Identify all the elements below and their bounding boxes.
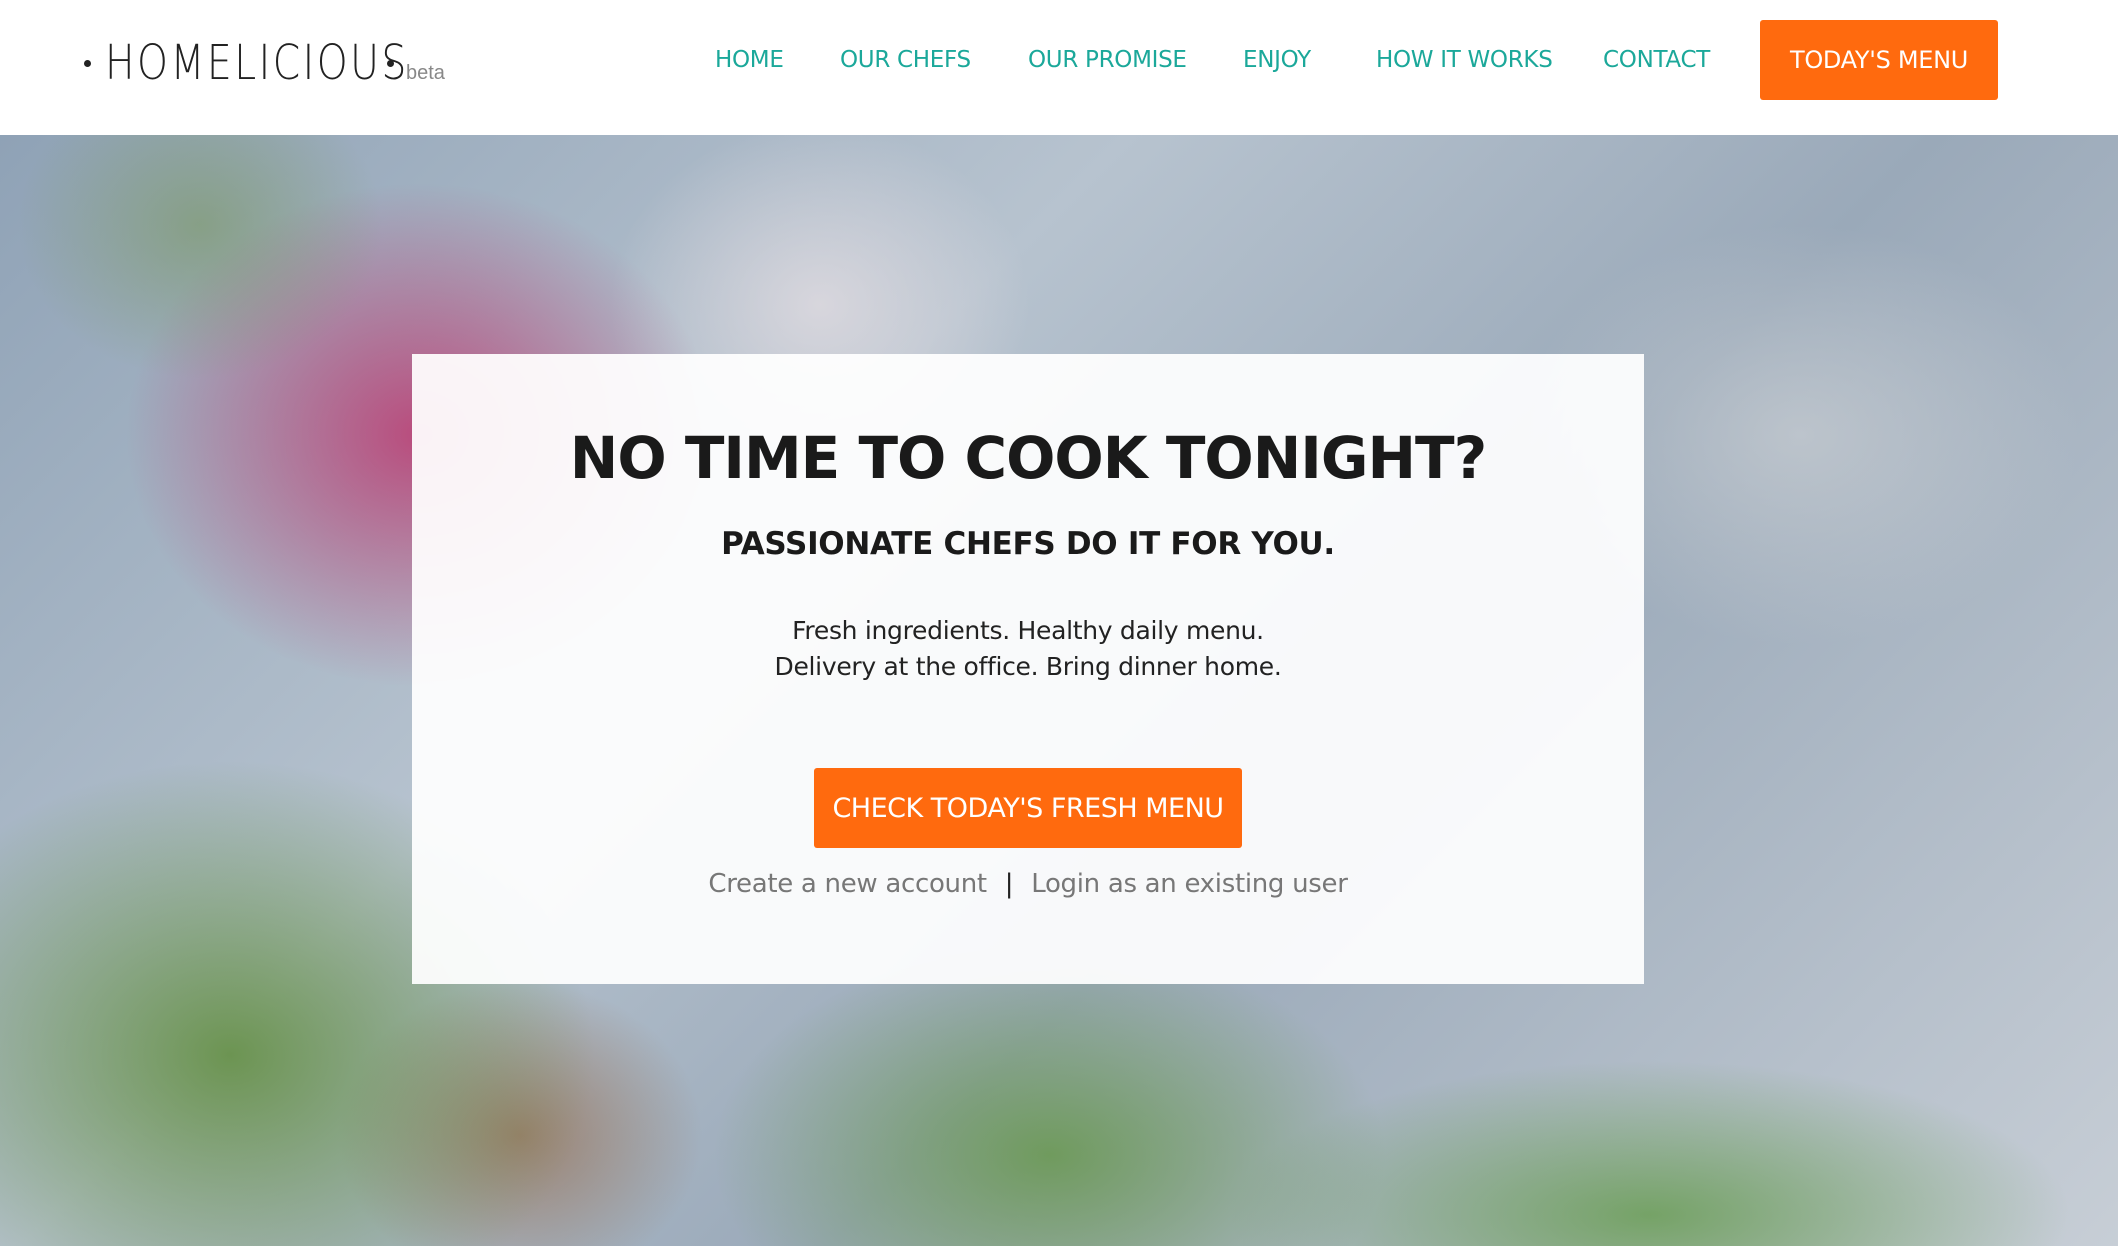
site-header: HOMELICIOUS beta HOME OUR CHEFS OUR PROM… [0,0,2118,135]
beta-tag: beta [406,62,445,84]
hero-title: NO TIME TO COOK TONIGHT? [569,424,1487,492]
logo-dot-left [84,59,91,67]
brand-logo[interactable]: HOMELICIOUS beta [84,28,445,98]
login-link[interactable]: Login as an existing user [1031,869,1348,899]
link-separator: | [1004,869,1014,899]
nav-home[interactable]: HOME [715,47,784,73]
hero-card: NO TIME TO COOK TONIGHT? PASSIONATE CHEF… [412,354,1644,984]
nav-our-promise[interactable]: OUR PROMISE [1028,47,1187,73]
hero-subtitle: PASSIONATE CHEFS DO IT FOR YOU. [721,526,1335,562]
account-links: Create a new account | Login as an exist… [412,869,1644,899]
nav-how-it-works[interactable]: HOW IT WORKS [1376,47,1553,73]
brand-name: HOMELICIOUS [105,35,409,91]
nav-enjoy[interactable]: ENJOY [1243,47,1311,73]
hero-description-line-1: Fresh ingredients. Healthy daily menu. [792,616,1264,645]
todays-menu-button[interactable]: TODAY'S MENU [1760,20,1998,100]
hero-description-line-2: Delivery at the office. Bring dinner hom… [774,652,1282,681]
check-fresh-menu-button[interactable]: CHECK TODAY'S FRESH MENU [814,768,1242,848]
create-account-link[interactable]: Create a new account [708,869,987,899]
nav-our-chefs[interactable]: OUR CHEFS [840,47,971,73]
nav-contact[interactable]: CONTACT [1603,47,1710,73]
